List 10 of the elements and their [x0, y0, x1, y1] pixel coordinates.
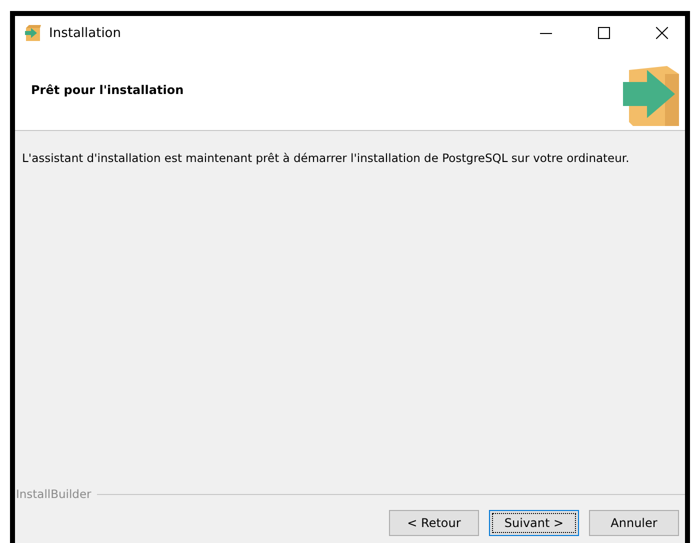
message-text: L'assistant d'installation est maintenant prêt à démarrer l'installation de PostgreSQL sur votre ordinateur. — [22, 151, 630, 165]
maximize-icon — [598, 27, 610, 39]
cancel-button[interactable]: Annuler — [589, 510, 679, 536]
page-title: Prêt pour l'installation — [31, 83, 184, 97]
brand-label: InstallBuilder — [16, 487, 92, 501]
box-icon — [23, 23, 43, 43]
close-icon — [656, 27, 668, 39]
back-button[interactable]: < Retour — [389, 510, 479, 536]
window-title: Installation — [49, 26, 122, 40]
next-button[interactable]: Suivant > — [489, 510, 579, 536]
